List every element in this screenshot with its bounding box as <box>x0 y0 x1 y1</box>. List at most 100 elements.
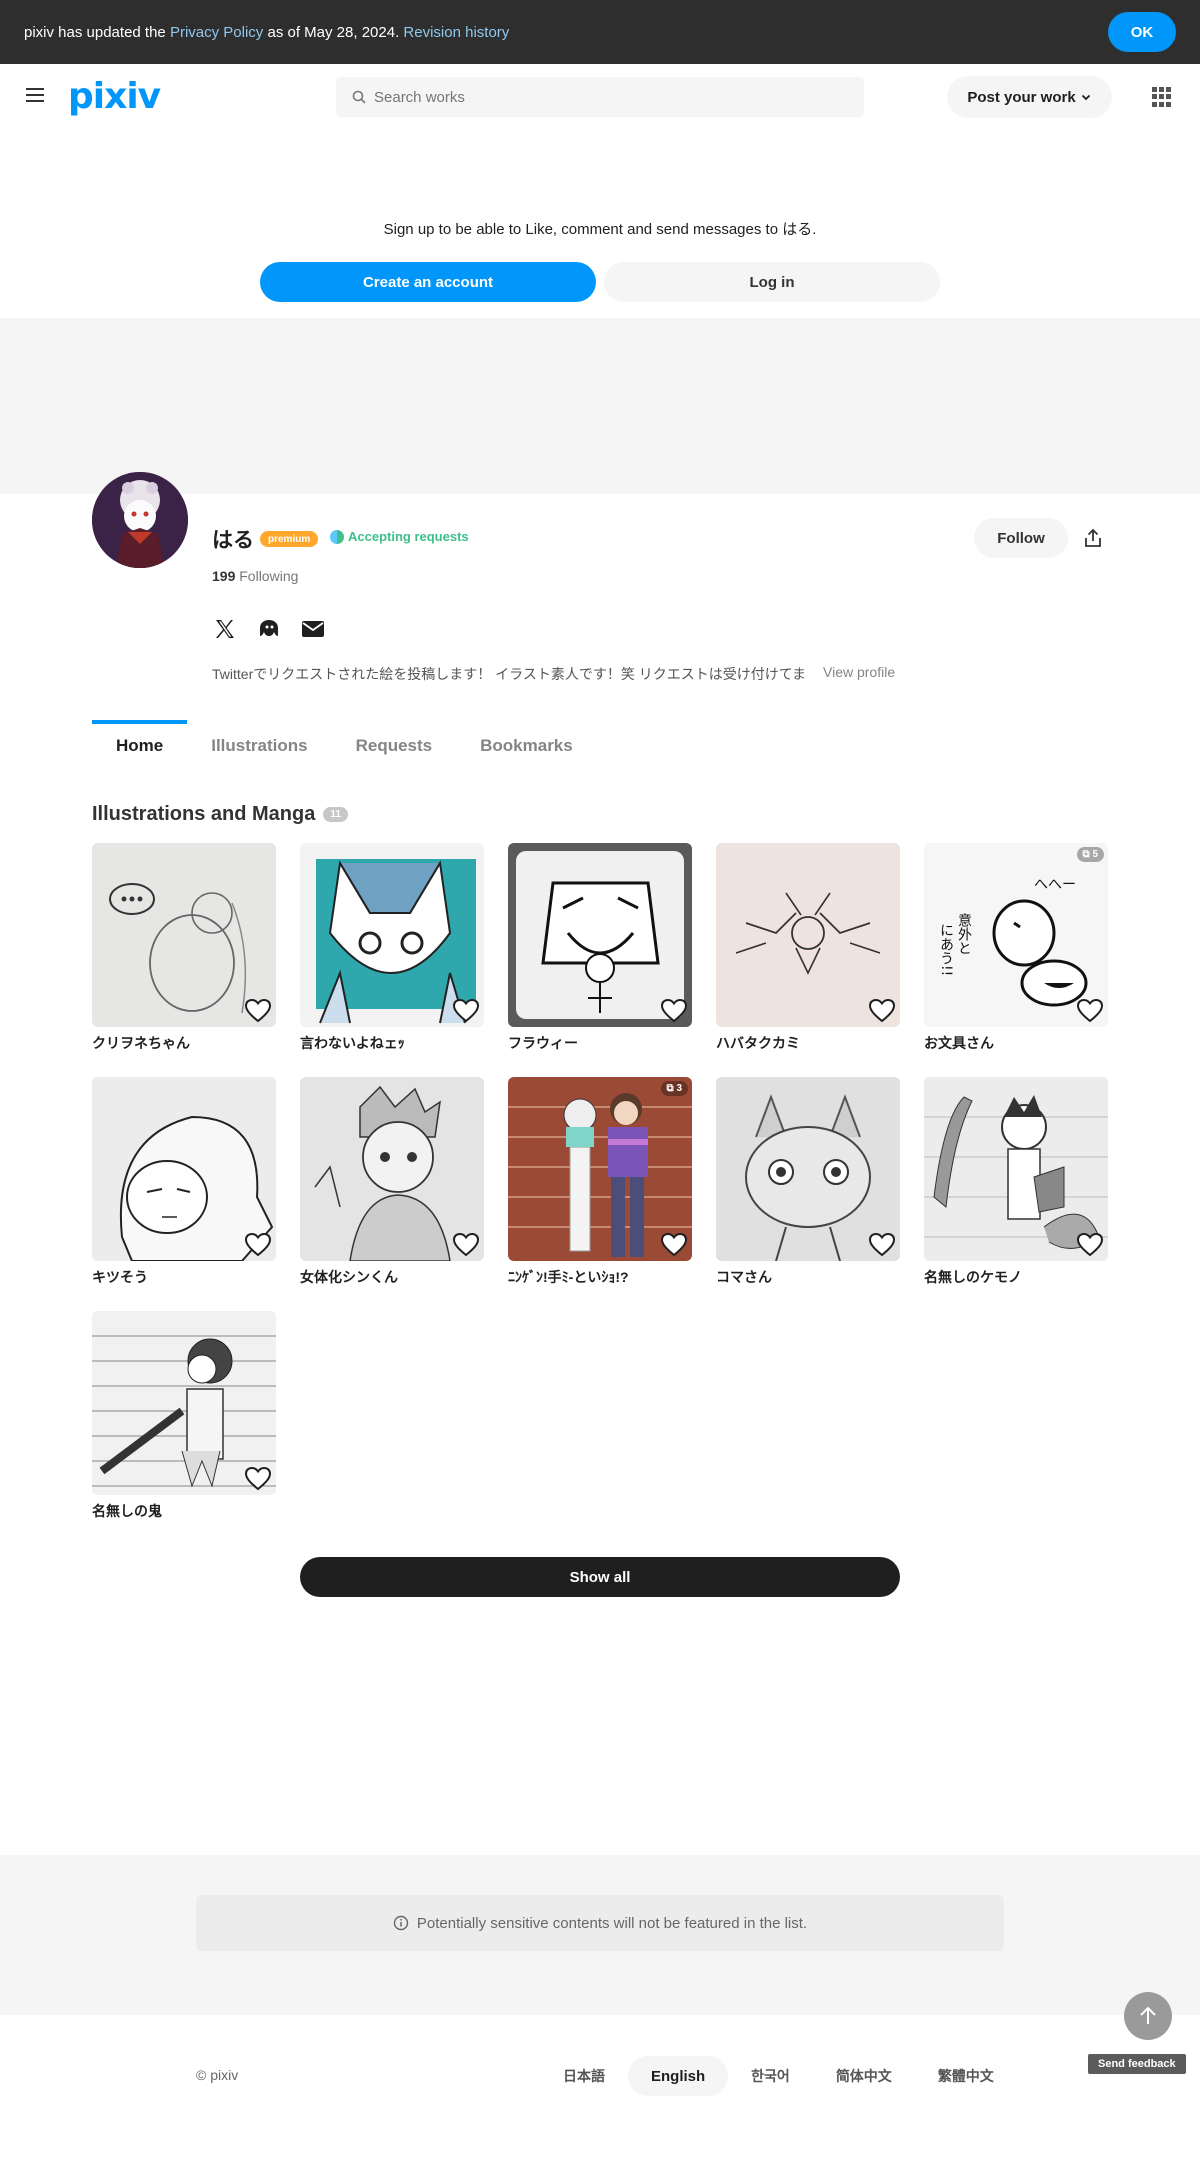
tab-requests[interactable]: Requests <box>332 720 457 772</box>
work-title[interactable]: フラウィー <box>508 1033 692 1053</box>
work-title[interactable]: 名無しのケモノ <box>924 1267 1108 1287</box>
follow-button[interactable]: Follow <box>974 518 1068 558</box>
like-heart-icon[interactable] <box>452 1231 480 1259</box>
work-card[interactable]: 名無しのケモノ <box>924 1077 1108 1287</box>
work-title[interactable]: 名無しの鬼 <box>92 1501 276 1521</box>
like-heart-icon[interactable] <box>244 997 272 1025</box>
avatar[interactable] <box>92 472 188 568</box>
section-title: Illustrations and Manga 11 <box>92 803 348 826</box>
lang-english[interactable]: English <box>628 2056 729 2096</box>
like-heart-icon[interactable] <box>244 1231 272 1259</box>
following-number: 199 <box>212 568 236 584</box>
hamburger-menu-icon[interactable] <box>26 88 44 104</box>
work-title[interactable]: ﾆﾝｹﾞﾝ!手ﾐ-といｼｮ!? <box>508 1267 692 1287</box>
create-account-button[interactable]: Create an account <box>260 262 596 302</box>
work-card[interactable]: クリヲネちゃん <box>92 843 276 1053</box>
work-thumbnail[interactable] <box>508 843 692 1027</box>
like-heart-icon[interactable] <box>244 1465 272 1493</box>
page-count-badge: ⧉ 5 <box>1076 847 1104 862</box>
svg-text:意外と: 意外と <box>956 912 972 955</box>
work-card[interactable]: 言わないよねェｯ <box>300 843 484 1053</box>
works-count-badge: 11 <box>323 807 348 822</box>
work-card[interactable]: フラウィー <box>508 843 692 1053</box>
work-thumbnail[interactable] <box>716 1077 900 1261</box>
show-all-button[interactable]: Show all <box>300 1557 900 1597</box>
sensitive-content-notice: Potentially sensitive contents will not … <box>196 1895 1004 1951</box>
like-heart-icon[interactable] <box>660 997 688 1025</box>
scroll-to-top-button[interactable] <box>1124 1992 1172 2040</box>
following-count[interactable]: 199 Following <box>212 568 298 584</box>
profile-cover <box>0 318 1200 494</box>
like-heart-icon[interactable] <box>868 1231 896 1259</box>
work-title[interactable]: お文具さん <box>924 1033 1108 1053</box>
work-thumbnail[interactable] <box>924 1077 1108 1261</box>
like-heart-icon[interactable] <box>868 997 896 1025</box>
lang-japanese[interactable]: 日本語 <box>540 2056 628 2096</box>
info-icon <box>393 1915 409 1931</box>
tab-home[interactable]: Home <box>92 720 188 772</box>
work-card[interactable]: ⧉ 3 ﾆﾝｹﾞﾝ!手ﾐ-といｼｮ!? <box>508 1077 692 1287</box>
work-thumbnail[interactable] <box>92 843 276 1027</box>
accepting-requests-badge[interactable]: Accepting requests <box>330 529 469 544</box>
following-label: Following <box>239 568 299 584</box>
work-card[interactable]: 名無しの鬼 <box>92 1311 276 1521</box>
tab-bookmarks[interactable]: Bookmarks <box>456 720 597 772</box>
x-icon[interactable] <box>212 616 238 642</box>
work-thumbnail[interactable] <box>92 1311 276 1495</box>
work-thumbnail[interactable] <box>716 843 900 1027</box>
work-title[interactable]: 女体化シンくん <box>300 1267 484 1287</box>
search-bar[interactable] <box>336 77 864 117</box>
chevron-down-icon <box>1081 94 1090 101</box>
login-button[interactable]: Log in <box>604 262 940 302</box>
work-thumbnail[interactable]: へへー 意外と にあう!! ⧉ 5 <box>924 843 1108 1027</box>
work-card[interactable]: ハバタクカミ <box>716 843 900 1053</box>
section-title-label: Illustrations and Manga <box>92 803 316 825</box>
work-card[interactable]: キツそう <box>92 1077 276 1287</box>
search-input[interactable] <box>374 88 814 106</box>
work-title[interactable]: ハバタクカミ <box>716 1033 900 1053</box>
like-heart-icon[interactable] <box>660 1231 688 1259</box>
signup-prompt: Sign up to be able to Like, comment and … <box>383 221 817 238</box>
policy-notice-bar: pixiv has updated the Privacy Policy as … <box>0 0 1200 64</box>
work-card[interactable]: 女体化シンくん <box>300 1077 484 1287</box>
lang-traditional-chinese[interactable]: 繁體中文 <box>915 2056 1017 2096</box>
post-your-work-label: Post your work <box>967 88 1076 106</box>
social-links <box>212 616 326 642</box>
like-heart-icon[interactable] <box>1076 997 1104 1025</box>
language-switcher: 日本語 English 한국어 简体中文 繁體中文 <box>540 2056 1017 2096</box>
like-heart-icon[interactable] <box>1076 1231 1104 1259</box>
work-card[interactable]: へへー 意外と にあう!! ⧉ 5 お文具さん <box>924 843 1108 1053</box>
post-your-work-button[interactable]: Post your work <box>947 76 1112 118</box>
misskey-icon[interactable] <box>256 616 282 642</box>
privacy-policy-link[interactable]: Privacy Policy <box>170 24 263 41</box>
profile-username: はる <box>212 529 254 552</box>
lang-simplified-chinese[interactable]: 简体中文 <box>813 2056 915 2096</box>
apps-grid-icon[interactable] <box>1152 87 1172 107</box>
work-card[interactable]: コマさん <box>716 1077 900 1287</box>
view-profile-link[interactable]: View profile <box>823 664 895 680</box>
lang-korean[interactable]: 한국어 <box>728 2056 813 2096</box>
work-title[interactable]: クリヲネちゃん <box>92 1033 276 1053</box>
accepting-requests-label: Accepting requests <box>348 529 469 544</box>
request-status-icon <box>330 529 344 544</box>
work-title[interactable]: コマさん <box>716 1267 900 1287</box>
work-thumbnail[interactable] <box>300 1077 484 1261</box>
send-feedback-button[interactable]: Send feedback <box>1088 2054 1186 2074</box>
work-thumbnail[interactable]: ⧉ 3 <box>508 1077 692 1261</box>
work-thumbnail[interactable] <box>92 1077 276 1261</box>
arrow-up-icon <box>1140 2006 1156 2024</box>
page-count-badge: ⧉ 3 <box>660 1081 688 1096</box>
tab-illustrations[interactable]: Illustrations <box>187 720 331 772</box>
mail-icon[interactable] <box>300 616 326 642</box>
profile-tabs: Home Illustrations Requests Bookmarks <box>92 720 597 772</box>
work-title[interactable]: 言わないよねェｯ <box>300 1033 484 1053</box>
share-icon[interactable] <box>1082 527 1104 549</box>
revision-history-link[interactable]: Revision history <box>403 24 509 41</box>
like-heart-icon[interactable] <box>452 997 480 1025</box>
work-thumbnail[interactable] <box>300 843 484 1027</box>
notice-prefix: pixiv has updated the <box>24 23 166 41</box>
notice-ok-button[interactable]: OK <box>1108 12 1176 52</box>
site-header: pixiv Post your work <box>0 64 1200 128</box>
work-title[interactable]: キツそう <box>92 1267 276 1287</box>
pixiv-logo[interactable]: pixiv <box>68 76 161 117</box>
